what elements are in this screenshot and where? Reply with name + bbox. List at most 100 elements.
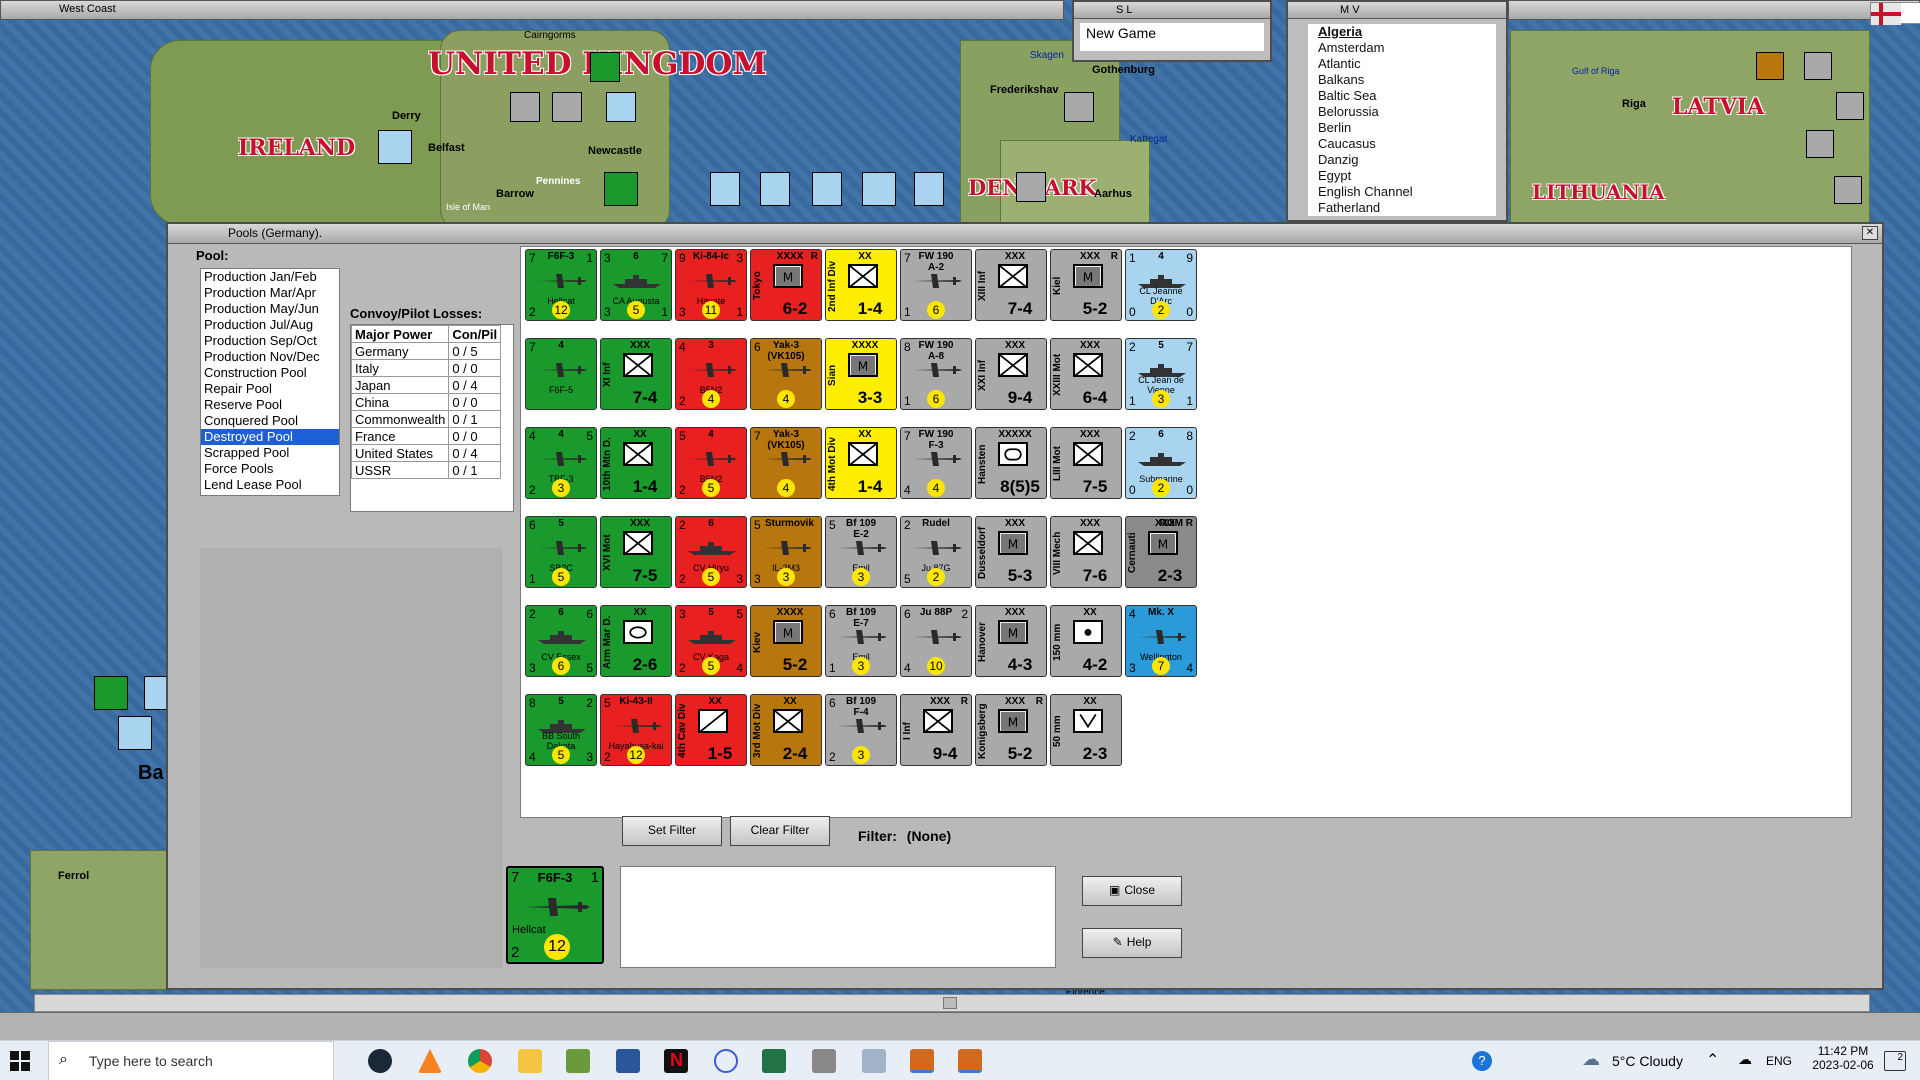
unit-counter[interactable]: Kiev XXXX M 5-2: [750, 605, 822, 677]
clear-filter-button[interactable]: Clear Filter: [730, 816, 830, 846]
game-app-icon[interactable]: [910, 1049, 934, 1073]
map-unit-stack[interactable]: [1806, 130, 1834, 158]
unit-counter[interactable]: 825BB South Dakota453: [525, 694, 597, 766]
unit-counter[interactable]: 71F6F-3Hellcat212: [525, 249, 597, 321]
clock[interactable]: 11:42 PM 2023-02-06: [1808, 1044, 1878, 1072]
scrollbar-thumb[interactable]: [943, 997, 957, 1009]
unit-counter[interactable]: Arm Mar D. XX 2-6: [600, 605, 672, 677]
map-unit-stack[interactable]: [606, 92, 636, 122]
language-indicator[interactable]: ENG: [1766, 1054, 1792, 1068]
pool-list-item[interactable]: Destroyed Pool: [201, 429, 339, 445]
unit-counter[interactable]: Cernauti XXX M ROM R 2-3: [1125, 516, 1197, 588]
weather-text[interactable]: 5°C Cloudy: [1612, 1053, 1683, 1069]
unit-counter[interactable]: 150 mm XX 4-2: [1050, 605, 1122, 677]
window-close-icon[interactable]: ✕: [1862, 226, 1878, 240]
calculator-icon[interactable]: [812, 1049, 836, 1073]
map-unit-stack[interactable]: [1064, 92, 1094, 122]
unit-counter[interactable]: Kiel XXX M R 5-2: [1050, 249, 1122, 321]
pool-list-item[interactable]: Scrapped Pool: [201, 445, 339, 461]
sl-window[interactable]: S L New Game: [1072, 0, 1272, 62]
pool-list-item[interactable]: Lend Lease Pool: [201, 477, 339, 493]
steam-icon[interactable]: [368, 1049, 392, 1073]
map-unit-stack[interactable]: [914, 172, 944, 206]
map-unit-stack[interactable]: [1016, 172, 1046, 202]
sea-area-list[interactable]: Algeria Amsterdam Atlantic Balkans Baltic Se…: [1308, 24, 1496, 216]
unit-counter[interactable]: 7 FW 190 A-2 1 6: [900, 249, 972, 321]
map-unit-stack[interactable]: [1804, 52, 1832, 80]
unit-counter[interactable]: VIII Mech XXX 7-6: [1050, 516, 1122, 588]
notepad-icon[interactable]: [566, 1049, 590, 1073]
map-unit-stack[interactable]: [378, 130, 412, 164]
vlc-icon[interactable]: [418, 1049, 442, 1073]
pool-list-item[interactable]: Production Jul/Aug: [201, 317, 339, 333]
unit-counter[interactable]: 3 5 5 CV Kaga 2 5 4: [675, 605, 747, 677]
unit-counter[interactable]: 10th Mtn D. XX 1-4: [600, 427, 672, 499]
pool-list-item[interactable]: Production May/Jun: [201, 301, 339, 317]
file-explorer-icon[interactable]: [518, 1049, 542, 1073]
unit-counter[interactable]: 2 Rudel Ju 87G 5 2: [900, 516, 972, 588]
unit-counter[interactable]: 4Mk. XWellington374: [1125, 605, 1197, 677]
sea-area-item[interactable]: English Channel: [1308, 184, 1496, 200]
unit-counter[interactable]: 6 Yak-3 (VK105) 4: [750, 338, 822, 410]
unit-counter[interactable]: Dusseldorf XXX M 5-3: [975, 516, 1047, 588]
counter-grid[interactable]: 71F6F-3Hellcat212376CA Augusta35193Ki-84…: [520, 246, 1852, 818]
help-button[interactable]: ✎ Help: [1082, 928, 1182, 958]
pool-list[interactable]: Production Jan/Feb Production Mar/Apr Prod…: [200, 268, 340, 496]
help-tray-icon[interactable]: ?: [1472, 1051, 1492, 1071]
map-unit-stack[interactable]: [118, 716, 152, 750]
unit-counter[interactable]: 8 FW 190 A-8 1 6: [900, 338, 972, 410]
unit-counter[interactable]: 2 6 6 CV Essex 3 6 5: [525, 605, 597, 677]
unit-counter[interactable]: 2nd Inf Div XX 1-4: [825, 249, 897, 321]
pool-list-item[interactable]: Force Pools: [201, 461, 339, 477]
unit-counter[interactable]: XI Inf XXX 7-4: [600, 338, 672, 410]
sea-area-item[interactable]: Caucasus: [1308, 136, 1496, 152]
unit-counter[interactable]: XXI Inf XXX 9-4: [975, 338, 1047, 410]
unit-counter[interactable]: 454TBF-323: [525, 427, 597, 499]
sea-area-item[interactable]: Berlin: [1308, 120, 1496, 136]
excel-icon[interactable]: [762, 1049, 786, 1073]
unit-counter[interactable]: 275CL Jean de Vienne131: [1125, 338, 1197, 410]
unit-counter[interactable]: 65SB2C15: [525, 516, 597, 588]
set-filter-button[interactable]: Set Filter: [622, 816, 722, 846]
unit-counter[interactable]: 286Submarine020: [1125, 427, 1197, 499]
map-unit-stack[interactable]: [812, 172, 842, 206]
pool-list-item[interactable]: Construction Pool: [201, 365, 339, 381]
unit-counter[interactable]: 93Ki-84-IcHayate3111: [675, 249, 747, 321]
sea-area-item[interactable]: Egypt: [1308, 168, 1496, 184]
windows-start-icon[interactable]: [10, 1051, 30, 1071]
map-unit-stack[interactable]: [710, 172, 740, 206]
pool-list-item[interactable]: Production Jan/Feb: [201, 269, 339, 285]
map-unit-stack[interactable]: [760, 172, 790, 206]
unit-counter[interactable]: Hanover XXX M 4-3: [975, 605, 1047, 677]
sea-area-item[interactable]: Fatherland: [1308, 200, 1496, 216]
unit-counter[interactable]: XIII Inf XXX 7-4: [975, 249, 1047, 321]
map-unit-stack[interactable]: [552, 92, 582, 122]
unit-counter[interactable]: 6 Bf 109 F-4 2 3: [825, 694, 897, 766]
sl-new-game-item[interactable]: New Game: [1080, 23, 1264, 51]
unit-counter[interactable]: 3rd Mot Div XX 2-4: [750, 694, 822, 766]
unit-counter[interactable]: Sian XXXX M 3-3: [825, 338, 897, 410]
map-unit-stack[interactable]: [862, 172, 896, 206]
map-unit-stack[interactable]: [1834, 176, 1862, 204]
pool-list-item[interactable]: Production Sep/Oct: [201, 333, 339, 349]
pools-window[interactable]: Pools (Germany). ✕ Pool: Production Jan/…: [166, 222, 1884, 990]
sea-area-item[interactable]: Baltic Sea: [1308, 88, 1496, 104]
unit-counter[interactable]: Hansten XXXXX 8(5)5: [975, 427, 1047, 499]
sea-area-item[interactable]: Algeria: [1308, 24, 1496, 40]
unit-counter[interactable]: 5SturmovikIL-2M333: [750, 516, 822, 588]
sea-area-item[interactable]: Danzig: [1308, 152, 1496, 168]
unit-counter[interactable]: 194CL Jeanne D'Arc020: [1125, 249, 1197, 321]
mv-window[interactable]: M V Algeria Amsterdam Atlantic Balkans Balti…: [1286, 0, 1508, 222]
unit-counter[interactable]: 43B5N224: [675, 338, 747, 410]
map-unit-stack[interactable]: [1836, 92, 1864, 120]
unit-counter[interactable]: 6Bf 109 E-7Emil13: [825, 605, 897, 677]
pool-list-item[interactable]: Repair Pool: [201, 381, 339, 397]
unit-counter[interactable]: XVI Mot XXX 7-5: [600, 516, 672, 588]
unit-counter[interactable]: 6 2 Ju 88P 4 10: [900, 605, 972, 677]
map-unit-stack[interactable]: [604, 172, 638, 206]
unit-counter[interactable]: 2 6 CV Hiryu 2 5 3: [675, 516, 747, 588]
map-unit-stack[interactable]: [1756, 52, 1784, 80]
map-unit-stack[interactable]: [94, 676, 128, 710]
map-window-titlebar[interactable]: West Coast: [0, 0, 1064, 20]
unit-counter[interactable]: Konigsberg XXX M R 5-2: [975, 694, 1047, 766]
